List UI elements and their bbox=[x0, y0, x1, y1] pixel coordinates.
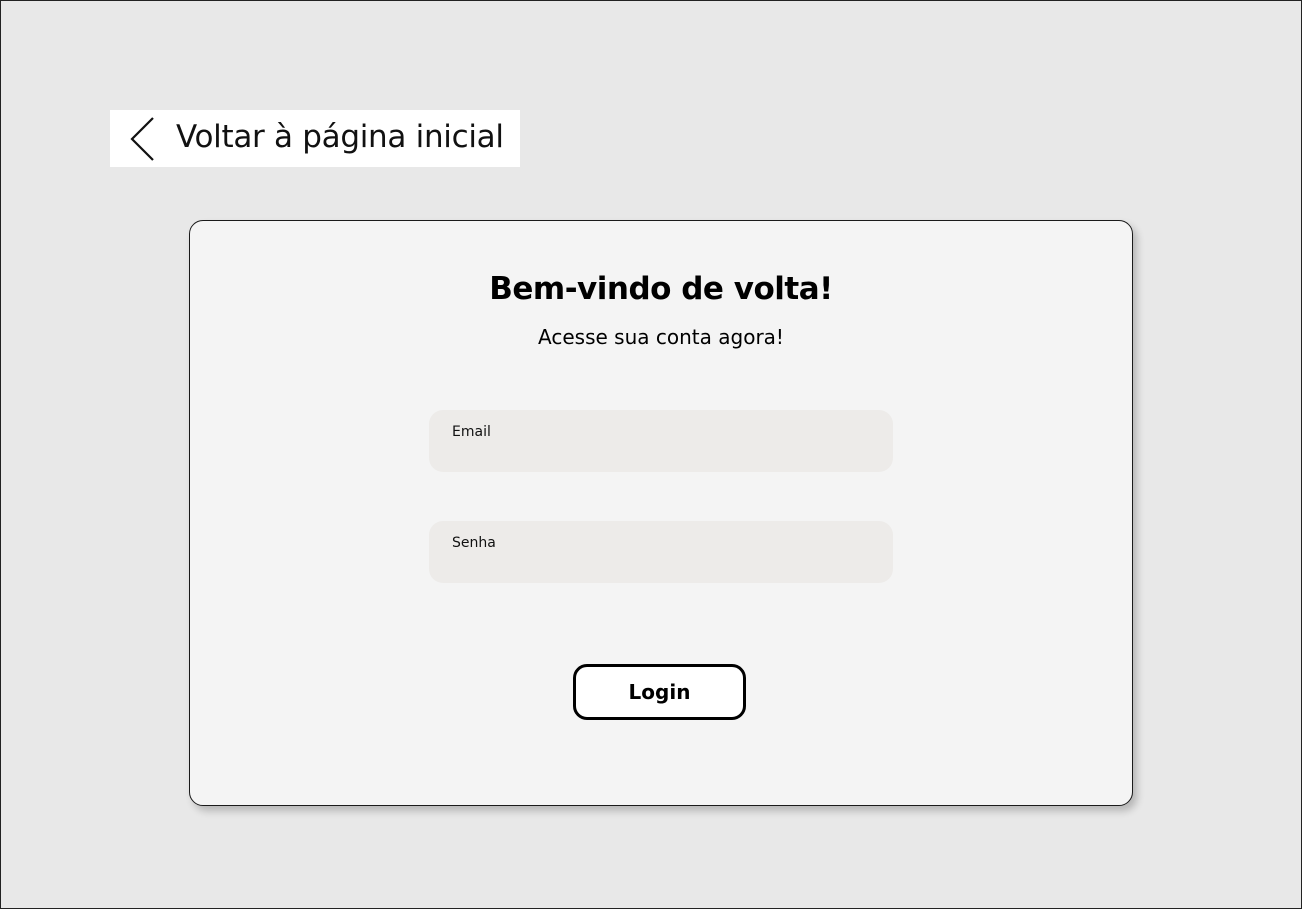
password-label: Senha bbox=[452, 535, 496, 551]
email-field[interactable]: Email bbox=[429, 410, 893, 472]
login-button[interactable]: Login bbox=[573, 664, 746, 720]
email-label: Email bbox=[452, 424, 491, 440]
login-card: Bem-vindo de volta! Acesse sua conta ago… bbox=[189, 220, 1133, 806]
email-input[interactable] bbox=[452, 444, 870, 464]
password-field[interactable]: Senha bbox=[429, 521, 893, 583]
page-subtitle: Acesse sua conta agora! bbox=[538, 325, 784, 349]
page-frame: Voltar à página inicial Bem-vindo de vol… bbox=[0, 0, 1302, 909]
back-to-home-link[interactable]: Voltar à página inicial bbox=[110, 110, 520, 167]
page-title: Bem-vindo de volta! bbox=[489, 271, 833, 307]
password-input[interactable] bbox=[452, 555, 870, 575]
chevron-left-icon bbox=[130, 117, 154, 161]
back-link-label: Voltar à página inicial bbox=[176, 119, 504, 155]
